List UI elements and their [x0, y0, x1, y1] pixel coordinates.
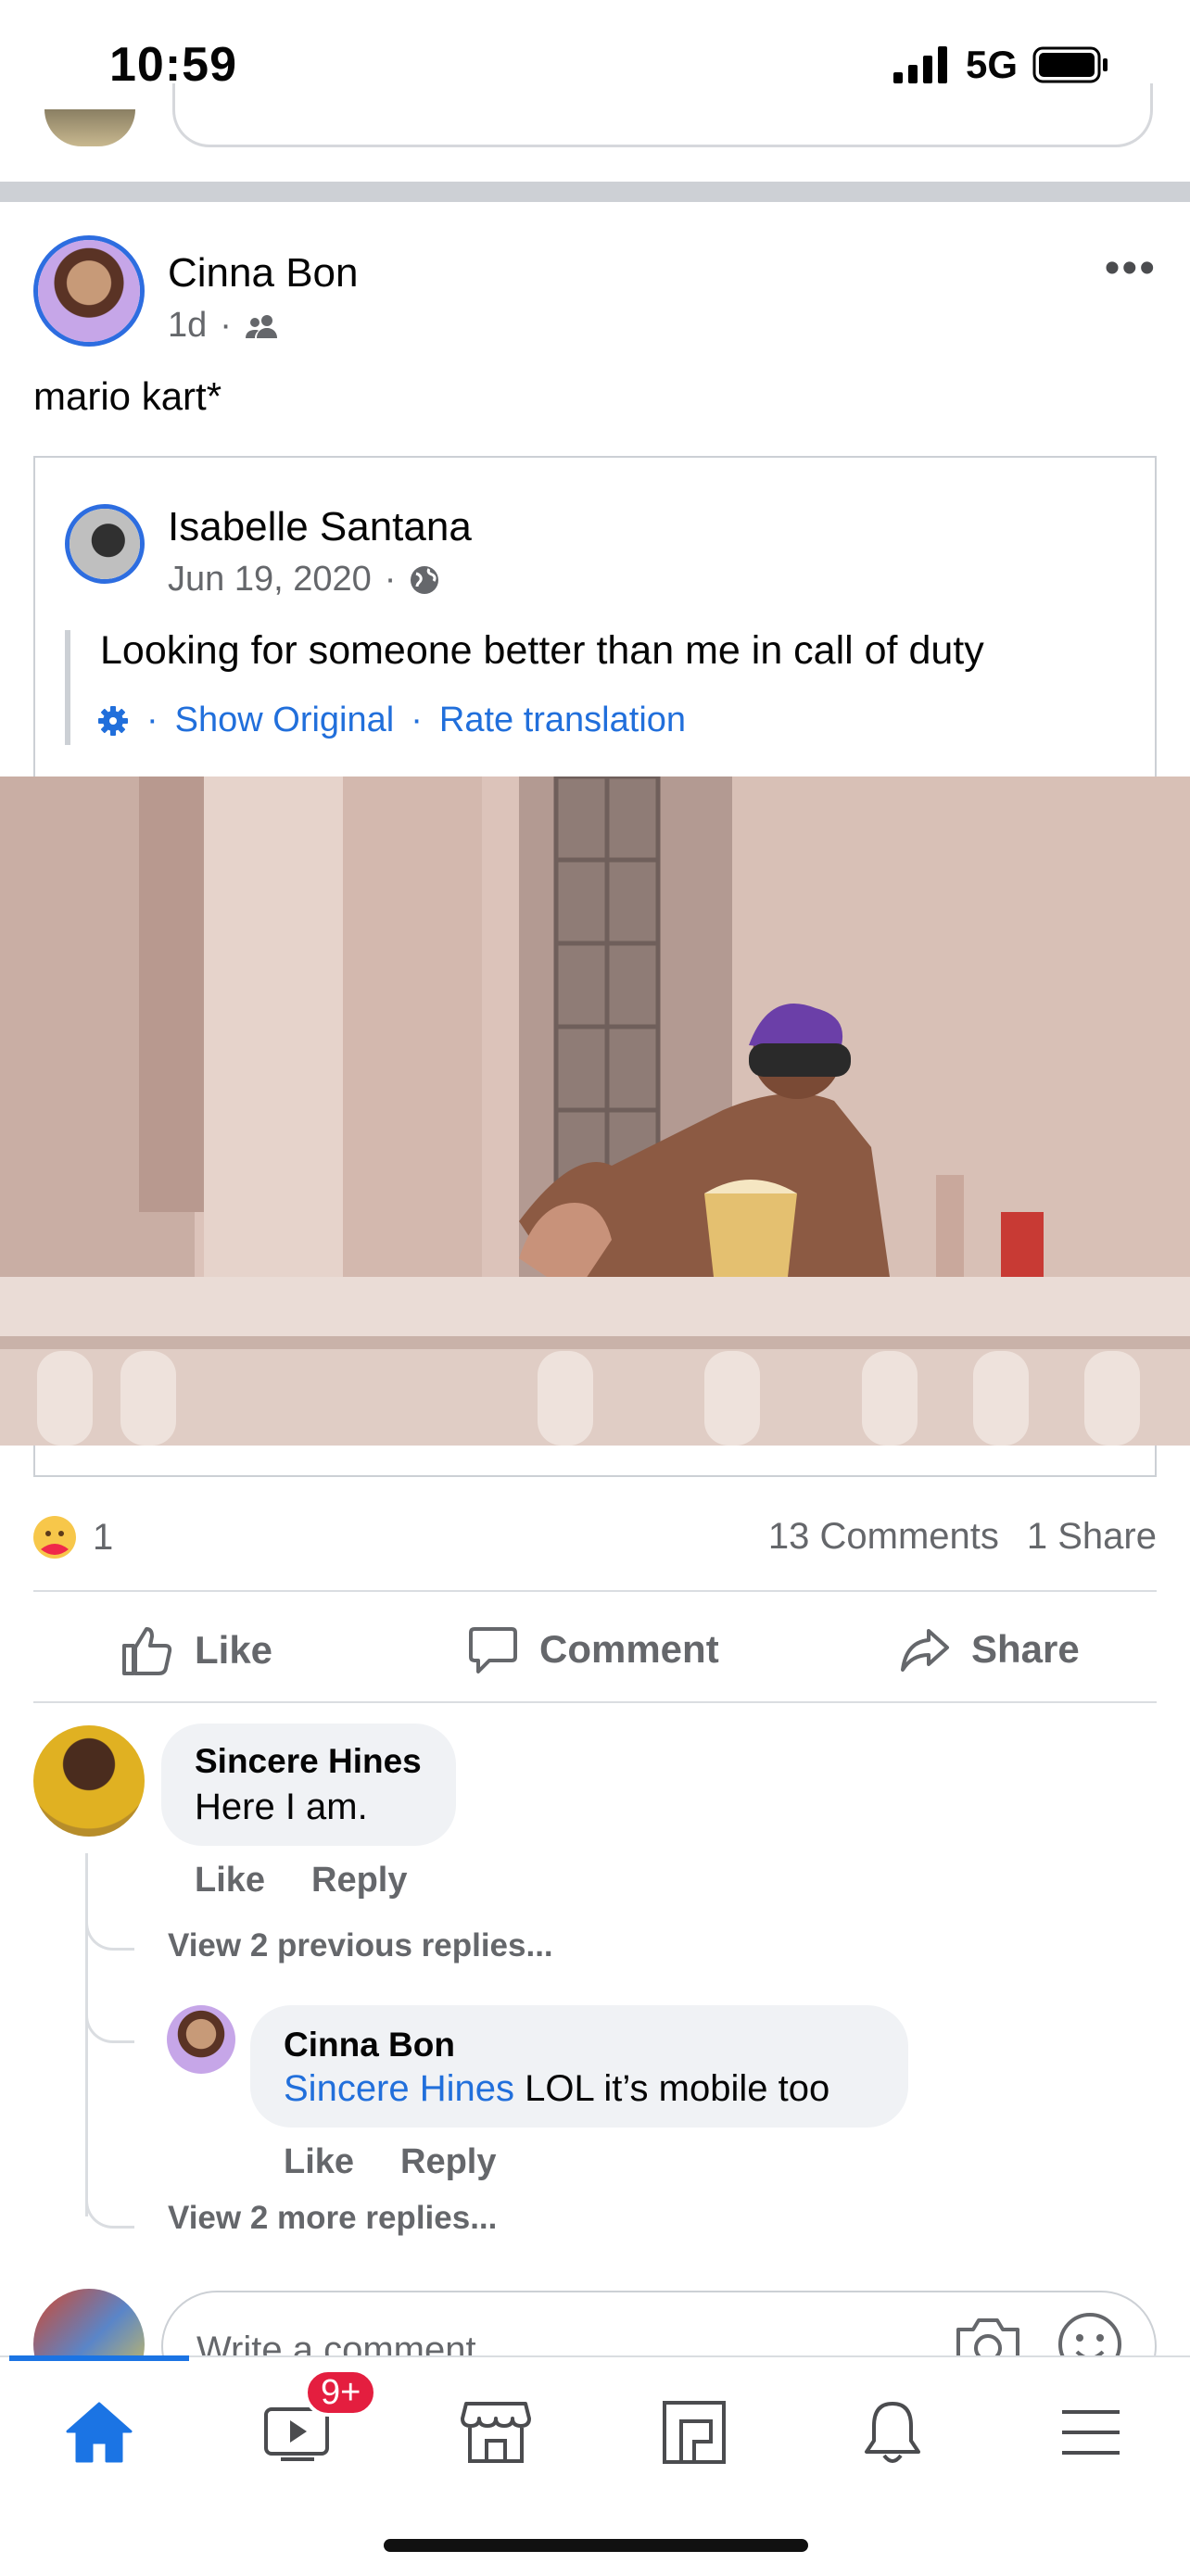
quote-bar [65, 630, 70, 745]
translation-row: · Show Original · Rate translation [96, 701, 686, 740]
battery-icon [1032, 46, 1108, 83]
comment-label: Comment [539, 1627, 719, 1671]
status-indicators: 5G [892, 43, 1110, 87]
like-label: Like [195, 1628, 273, 1672]
globe-icon [411, 565, 439, 594]
signal-bars-icon [892, 46, 947, 83]
meta-separator: · [220, 306, 232, 345]
divider [33, 1701, 1157, 1703]
shared-author-avatar[interactable] [65, 504, 145, 584]
translation-separator: · [411, 701, 423, 739]
author-avatar[interactable] [33, 235, 145, 347]
comment-count[interactable]: 13 Comments [768, 1516, 999, 1558]
bell-icon [865, 2402, 920, 2463]
author-name[interactable]: Cinna Bon [168, 250, 358, 297]
feed-divider [0, 182, 1190, 202]
share-arrow-icon [901, 1629, 949, 1672]
nav-marketplace[interactable] [445, 2381, 547, 2483]
post-image[interactable] [0, 777, 1190, 1446]
home-indicator[interactable] [384, 2539, 808, 2552]
comment-author[interactable]: Sincere Hines [195, 1742, 422, 1781]
thread-line [85, 1853, 88, 2216]
reaction-count: 1 [93, 1516, 114, 1558]
post-meta: 1d · [168, 306, 280, 346]
share-count[interactable]: 1 Share [1027, 1516, 1157, 1558]
reply-author-avatar[interactable] [167, 2005, 235, 2074]
engagement-stats: 13 Comments 1 Share [768, 1516, 1157, 1558]
gear-icon[interactable] [96, 704, 130, 738]
marketplace-icon [461, 2402, 531, 2463]
thread-connector [85, 2189, 134, 2229]
share-label: Share [971, 1627, 1080, 1671]
meta-separator: · [384, 560, 397, 599]
shared-meta: Jun 19, 2020 · [168, 560, 440, 600]
rate-translation-link[interactable]: Rate translation [439, 701, 686, 740]
post-text: mario kart* [33, 374, 222, 418]
active-tab-indicator [9, 2355, 189, 2361]
comment-button[interactable]: Comment [467, 1623, 719, 1675]
view-previous-replies[interactable]: View 2 previous replies... [168, 1927, 553, 1964]
care-emoji-icon [33, 1516, 76, 1559]
nav-notifications[interactable] [842, 2381, 943, 2483]
shared-date[interactable]: Jun 19, 2020 [168, 560, 372, 600]
comment-like-button[interactable]: Like [195, 1861, 265, 1900]
show-original-link[interactable]: Show Original [175, 701, 395, 740]
menu-icon [1062, 2410, 1120, 2455]
nav-pages[interactable] [643, 2381, 745, 2483]
home-icon [66, 2402, 133, 2463]
comment-text: Here I am. [195, 1787, 368, 1827]
network-label: 5G [965, 43, 1018, 86]
share-button[interactable]: Share [899, 1623, 1080, 1675]
previous-avatar-edge [44, 109, 135, 146]
post-time[interactable]: 1d [168, 306, 207, 346]
comment-bubble-icon [469, 1627, 517, 1673]
watch-badge: 9+ [304, 2368, 378, 2417]
more-horizontal-icon[interactable]: ••• [1105, 243, 1157, 294]
thumbs-up-icon [122, 1627, 172, 1675]
reply-text: Sincere Hines LOL it’s mobile too [284, 2068, 829, 2110]
comment-reply-button[interactable]: Reply [311, 1861, 407, 1900]
reply-reply-button[interactable]: Reply [400, 2142, 496, 2182]
reply-like-button[interactable]: Like [284, 2142, 354, 2182]
shared-author-name[interactable]: Isabelle Santana [168, 504, 472, 550]
like-button[interactable]: Like [120, 1623, 272, 1677]
pages-icon [663, 2401, 726, 2464]
nav-menu[interactable] [1040, 2381, 1142, 2483]
shared-text: Looking for someone better than me in ca… [100, 628, 984, 673]
balcony-photo [0, 777, 1190, 1446]
reaction-summary[interactable]: 1 [32, 1514, 113, 1560]
previous-comment-input-edge[interactable] [172, 83, 1153, 147]
divider [33, 1590, 1157, 1592]
commenter-avatar[interactable] [33, 1725, 145, 1837]
view-more-replies[interactable]: View 2 more replies... [168, 2200, 497, 2237]
nav-home[interactable] [48, 2381, 150, 2483]
friends-icon [245, 314, 277, 338]
reply-body: LOL it’s mobile too [514, 2068, 830, 2109]
thread-connector [85, 2003, 134, 2043]
mention-link[interactable]: Sincere Hines [284, 2068, 514, 2109]
translation-separator: · [146, 701, 158, 739]
thread-connector [85, 1911, 134, 1951]
reply-author[interactable]: Cinna Bon [284, 2026, 455, 2065]
